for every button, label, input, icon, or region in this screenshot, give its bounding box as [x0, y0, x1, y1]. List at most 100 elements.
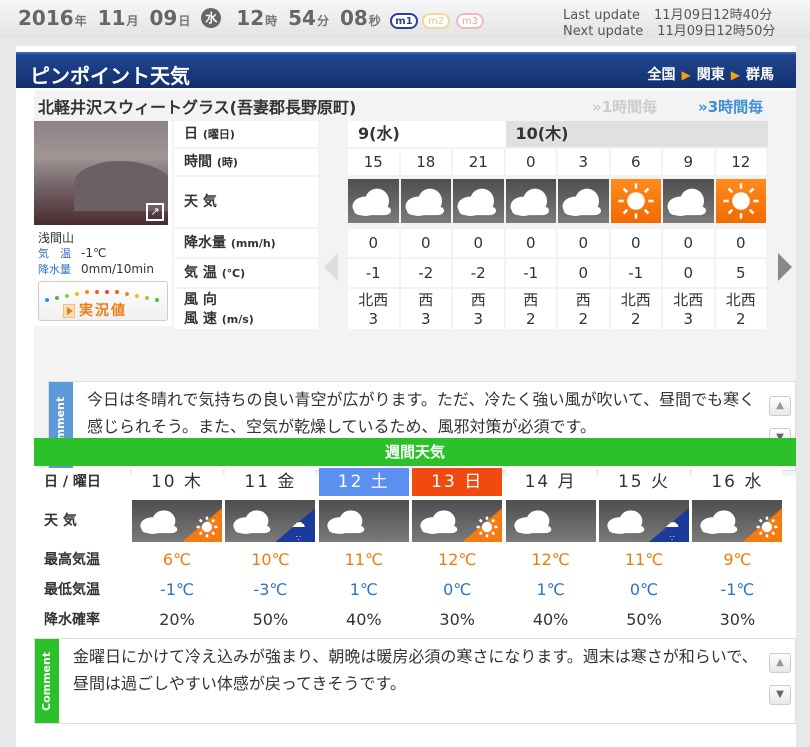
mode-m1-button[interactable]: m1 [390, 13, 418, 29]
weekly-label-weather: 天 気 [34, 498, 130, 544]
wind-cell: 北西 3 [348, 289, 399, 329]
high-temp-cell: 6℃ [132, 546, 222, 574]
wind-speed: 3 [473, 310, 484, 328]
camera-location: 浅間山 [38, 231, 75, 245]
chevron-right-icon: » [698, 98, 708, 116]
weekly-day-cell: 10 木 [132, 468, 222, 496]
location-name: 北軽井沢スウィートグラス(吾妻郡長野原町) [38, 98, 357, 117]
cloud-snow-icon: ☁ ∵ [599, 500, 689, 543]
low-temp-cell: 1℃ [318, 576, 409, 604]
weekly-title: 週間天気 [34, 438, 796, 466]
hour-cell: 6 [610, 149, 661, 175]
weekly-label-rain: 降水確率 [34, 606, 130, 634]
rain-cell: 0 [348, 229, 399, 257]
row-label-time: 時間 (時) [174, 149, 318, 175]
cloud-sun-icon [692, 500, 783, 542]
high-temp-cell: 11℃ [318, 546, 409, 574]
weekly-day-cell: 11 金 [225, 468, 316, 496]
temp-cell: 0 [558, 259, 609, 287]
next-arrow-icon[interactable] [778, 253, 792, 281]
wind-direction: 西 [470, 291, 486, 309]
temp-cell: -1 [505, 259, 556, 287]
expand-icon[interactable]: ↗ [146, 203, 164, 221]
row-label-temp: 気 温 (℃) [174, 259, 318, 287]
mode-m3-button[interactable]: m3 [456, 13, 484, 29]
chevron-right-icon: ▶ [681, 68, 691, 82]
wind-speed: 2 [578, 310, 589, 328]
breadcrumb-link-all[interactable]: 全国 [648, 67, 676, 83]
sun-icon [610, 179, 661, 223]
high-temp-cell: 10℃ [225, 546, 316, 574]
high-temp-cell: 12℃ [505, 546, 596, 574]
rain-cell: 0 [558, 229, 609, 257]
wind-direction: 北西 [358, 291, 389, 309]
wind-speed: 3 [368, 310, 379, 328]
row-label-rain: 降水量 (mm/h) [174, 229, 318, 257]
cloud-icon [663, 179, 714, 223]
wind-direction: 北西 [725, 291, 756, 309]
day-header-cell: 9(水) [348, 121, 506, 147]
day-header-cell: 10(木) [505, 121, 768, 147]
wind-cell: 西2 [505, 289, 556, 329]
wind-speed: 2 [735, 310, 746, 328]
page-title: ピンポイント天気 [30, 64, 190, 88]
cloud-snow-icon: ☁ ∵ [225, 500, 316, 543]
wind-cell: 西3 [453, 289, 504, 329]
high-temp-cell: 11℃ [599, 546, 689, 574]
wind-cell: 西2 [558, 289, 609, 329]
wind-cell: 北西 3 [663, 289, 714, 329]
cloud-icon [453, 179, 504, 223]
breadcrumb-link-gunma[interactable]: 群馬 [746, 67, 774, 83]
hour-cell: 21 [453, 149, 504, 175]
cloud-icon [318, 500, 409, 542]
comment-box-weekly: Comment 金曜日にかけて冷え込みが強まり、朝晩は暖房必須の寒さになります。… [34, 638, 796, 724]
temp-cell: -1 [348, 259, 399, 287]
pinpoint-panel: 北軽井沢スウィートグラス(吾妻郡長野原町) »1時間毎 »3時間毎 ↗ 浅間山 … [34, 90, 796, 476]
low-temp-cell: 0℃ [412, 576, 503, 604]
scroll-up-icon[interactable]: ▲ [769, 653, 791, 673]
cloud-sun-icon [132, 500, 222, 542]
temp-cell: -2 [453, 259, 504, 287]
low-temp-cell: -1℃ [132, 576, 222, 604]
low-temp-cell: -1℃ [692, 576, 783, 604]
temp-cell: 5 [715, 259, 766, 287]
weekly-day-cell: 12 土 [318, 468, 409, 496]
comment-text: 今日は冬晴れで気持ちの良い青空が広がります。ただ、冷たく強い風が吹いて、昼間でも… [87, 390, 756, 436]
next-update: Next update 11月09日12時50分 [563, 24, 776, 39]
scroll-up-icon[interactable]: ▲ [769, 396, 791, 416]
cloud-icon [505, 500, 596, 542]
rain-prob-cell: 50% [225, 606, 316, 634]
hourly-1h-toggle[interactable]: »1時間毎 [592, 96, 657, 117]
top-bar: 2016年 11月 09日 水 12時 54分 08秒 m1 m2 m3 Las… [0, 0, 810, 39]
wind-cell: 西3 [400, 289, 451, 329]
rain-prob-cell: 20% [132, 606, 222, 634]
hour-cell: 15 [348, 149, 399, 175]
cloud-icon [505, 179, 556, 223]
row-label-day: 日 (曜日) [174, 121, 318, 147]
chevron-right-icon: ▶ [730, 68, 740, 82]
hour-cell: 3 [558, 149, 609, 175]
day-of-week-badge: 水 [201, 8, 222, 28]
breadcrumb-link-kanto[interactable]: 関東 [697, 67, 725, 83]
scroll-down-icon[interactable]: ▼ [769, 685, 791, 705]
hourly-3h-toggle[interactable]: »3時間毎 [698, 96, 763, 117]
wind-speed: 2 [525, 310, 536, 328]
wind-speed: 3 [683, 310, 694, 328]
comment-tab: Comment [35, 639, 59, 723]
temp-cell: -2 [400, 259, 451, 287]
mode-m2-button[interactable]: m2 [422, 13, 450, 29]
prev-arrow-icon[interactable] [324, 253, 338, 281]
weekly-label-low: 最低気温 [34, 576, 130, 604]
rain-cell: 0 [663, 229, 714, 257]
breadcrumb: 全国 ▶ 関東 ▶ 群馬 [648, 64, 774, 84]
camera-image[interactable]: ↗ [34, 121, 168, 225]
weekly-forecast: 週間天気 日 / 曜日 天 気 最高気温 最低気温 降水確率 10 木 6℃ -1℃… [34, 438, 796, 738]
rain-cell: 0 [400, 229, 451, 257]
weekly-day-cell: 14 月 [505, 468, 596, 496]
wind-speed: 3 [420, 310, 431, 328]
temp-cell: -1 [610, 259, 661, 287]
wind-speed: 2 [630, 310, 641, 328]
weekly-label-high: 最高気温 [34, 546, 130, 574]
comment-text: 金曜日にかけて冷え込みが強まり、朝晩は暖房必須の寒さになります。週末は寒さが和ら… [73, 647, 758, 693]
live-observation-button[interactable]: 実況値 [38, 281, 168, 321]
